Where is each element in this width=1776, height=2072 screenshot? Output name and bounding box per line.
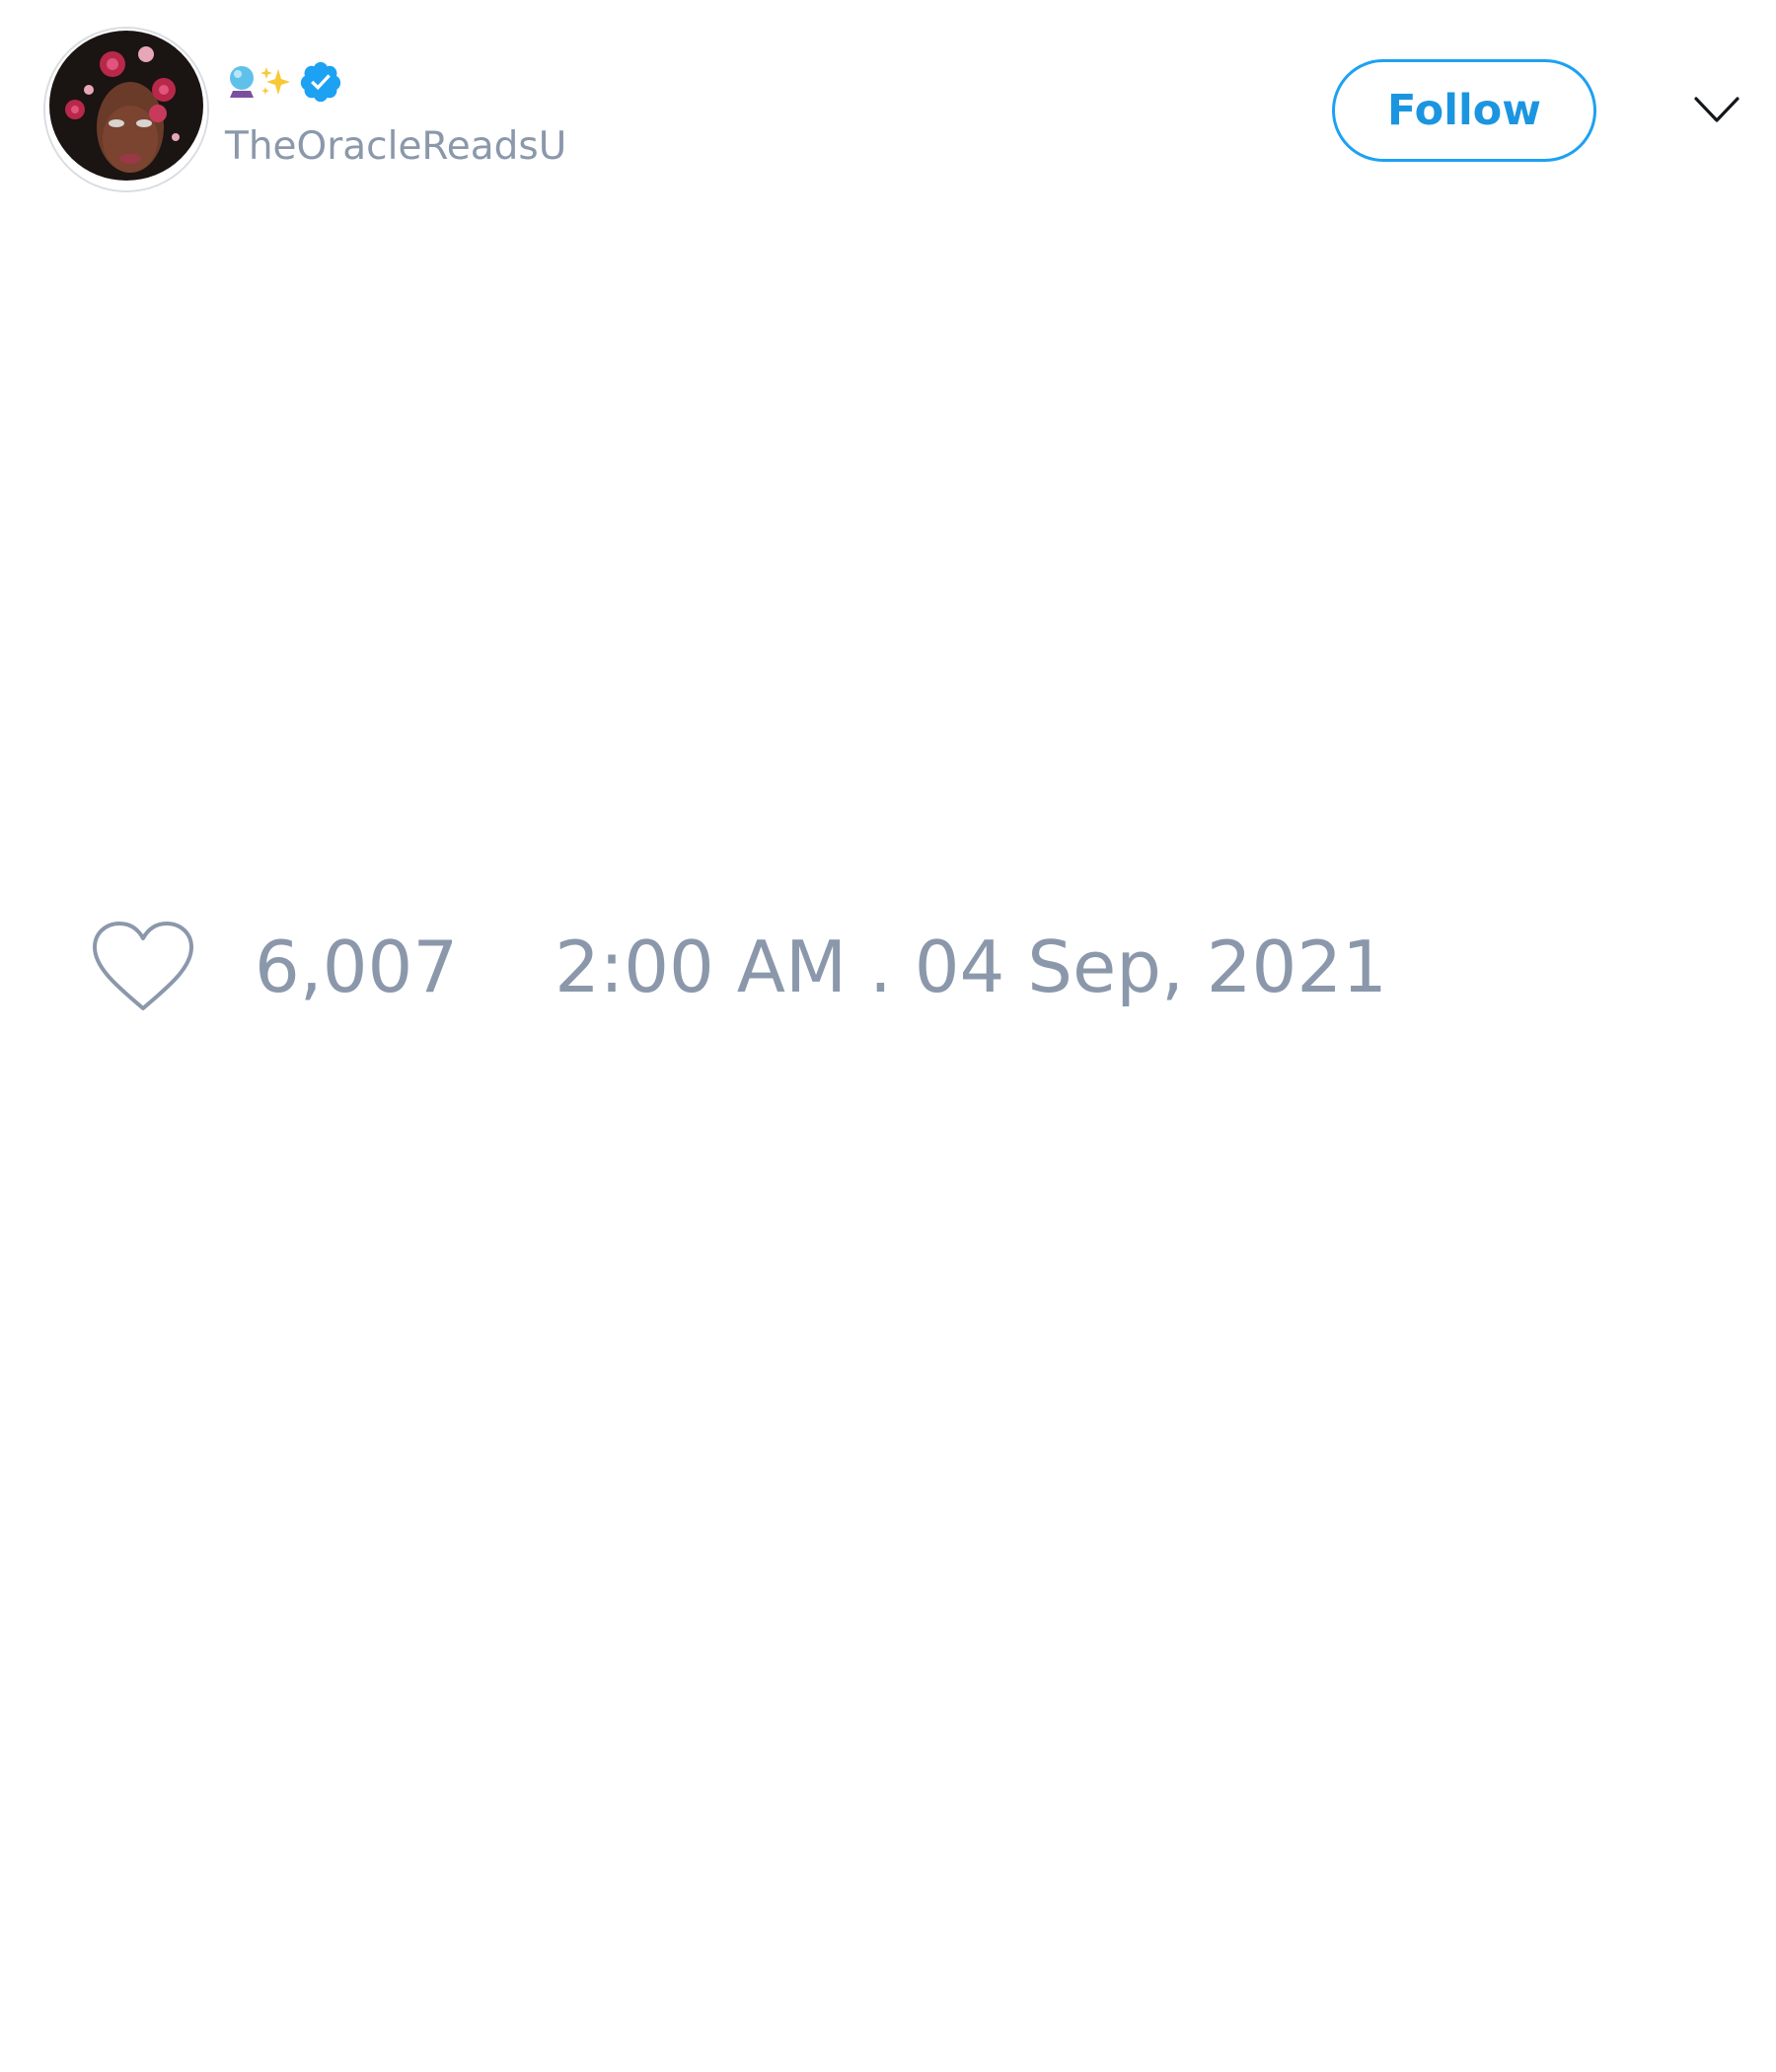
follow-button[interactable]: Follow [1332,59,1596,162]
user-handle[interactable]: TheOracleReadsU [225,124,566,169]
tweet-timestamp[interactable]: 2:00 AM . 04 Sep, 2021 [555,925,1387,1008]
chevron-down-icon[interactable] [1692,91,1741,130]
engagement-row: 6,007 2:00 AM . 04 Sep, 2021 [91,918,1387,1016]
avatar-image [45,29,207,190]
sparkles-icon [259,65,292,99]
crystal-ball-icon [227,65,257,99]
display-name[interactable] [227,57,343,107]
like-count: 6,007 [255,925,459,1008]
avatar[interactable] [45,29,207,190]
verified-badge-icon [298,59,343,105]
heart-icon[interactable] [91,920,195,1014]
